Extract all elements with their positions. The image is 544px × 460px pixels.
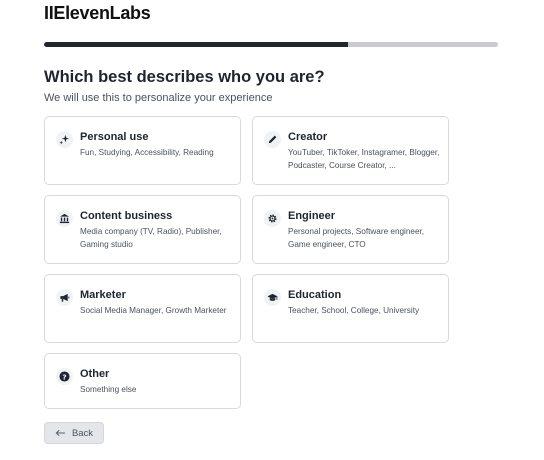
svg-text:?: ? (62, 372, 66, 381)
option-description: Fun, Studying, Accessibility, Reading (80, 148, 214, 157)
gear-icon (264, 210, 281, 227)
option-card-engineer[interactable]: Engineer Personal projects, Software eng… (252, 195, 449, 264)
graduation-cap-icon (264, 289, 281, 306)
option-description: Social Media Manager, Growth Marketer (80, 306, 227, 315)
option-title: Education (288, 289, 342, 301)
back-button-label: Back (71, 427, 94, 439)
option-card-other[interactable]: ? Other Something else (44, 353, 241, 409)
back-button[interactable]: Back (44, 422, 104, 444)
progress-bar (44, 42, 498, 47)
page-title: Which best describes who you are? (44, 68, 325, 86)
option-description: Something else (80, 385, 137, 394)
pencil-icon (264, 131, 281, 148)
page-subtitle: We will use this to personalize your exp… (44, 92, 273, 104)
option-description: YouTuber, TikToker, Instagramer, Blogger… (288, 148, 440, 170)
question-icon: ? (56, 368, 73, 385)
option-card-content-business[interactable]: Content business Media company (TV, Radi… (44, 195, 241, 264)
logo: IIElevenLabs (44, 3, 151, 23)
option-description: Teacher, School, College, University (288, 306, 420, 315)
progress-fill (44, 42, 349, 47)
arrow-left-icon (55, 429, 66, 437)
option-description: Personal projects, Software engineer, Ga… (288, 227, 425, 249)
option-title: Marketer (80, 289, 126, 301)
sparkle-icon (56, 131, 73, 148)
option-title: Engineer (288, 210, 336, 222)
option-card-education[interactable]: Education Teacher, School, College, Univ… (252, 274, 449, 343)
option-title: Creator (288, 131, 328, 143)
option-title: Other (80, 368, 110, 380)
option-title: Content business (80, 210, 173, 222)
option-card-personal-use[interactable]: Personal use Fun, Studying, Accessibilit… (44, 116, 241, 185)
bank-icon (56, 210, 73, 227)
option-title: Personal use (80, 131, 149, 143)
option-card-marketer[interactable]: Marketer Social Media Manager, Growth Ma… (44, 274, 241, 343)
option-card-creator[interactable]: Creator YouTuber, TikToker, Instagramer,… (252, 116, 449, 185)
option-description: Media company (TV, Radio), Publisher, Ga… (80, 227, 222, 249)
megaphone-icon (56, 289, 73, 306)
